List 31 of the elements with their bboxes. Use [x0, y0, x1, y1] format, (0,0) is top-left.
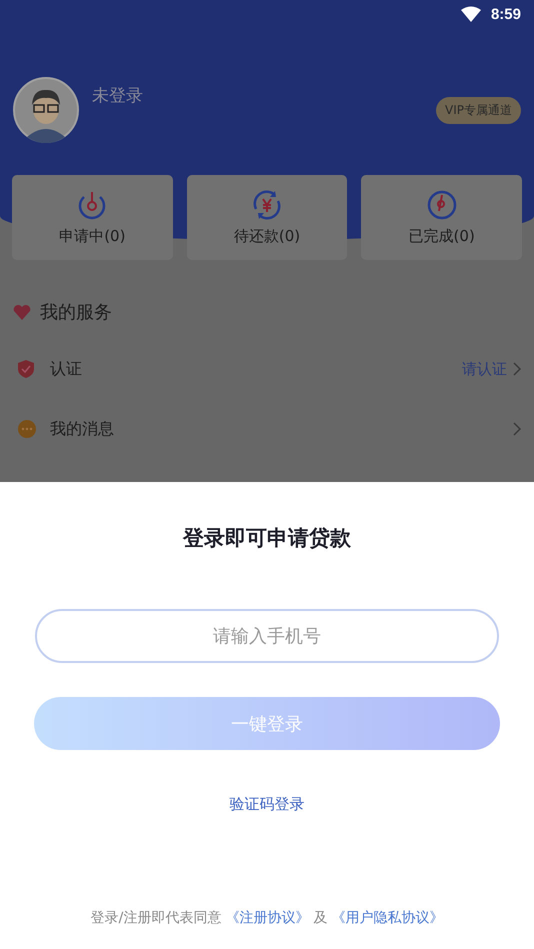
sms-login-link[interactable]: 验证码登录: [230, 795, 304, 814]
order-status-card[interactable]: 已完成(0): [361, 175, 522, 260]
agreement-text: 及: [313, 909, 328, 927]
yuan-refresh-icon: [251, 189, 283, 221]
clock-icon: [426, 189, 458, 221]
service-row[interactable]: 认证 请认证: [13, 354, 521, 384]
service-label: 我的消息: [50, 418, 114, 440]
chat-bubble-icon: [18, 420, 36, 438]
phone-input-field[interactable]: 请输入手机号: [35, 609, 499, 663]
card-label: 已完成(0): [408, 227, 475, 246]
login-status-text: 未登录: [92, 85, 143, 107]
agreement-link[interactable]: 《注册协议》: [225, 909, 310, 927]
agreement-link[interactable]: 《用户隐私协议》: [331, 909, 444, 927]
shield-icon: [18, 360, 36, 378]
card-label: 待还款(0): [234, 227, 300, 246]
avatar-icon: [13, 77, 79, 143]
service-row[interactable]: 我的消息: [13, 414, 521, 444]
order-status-card[interactable]: 待还款(0): [186, 175, 348, 260]
vip-channel-button[interactable]: VIP专属通道: [436, 97, 521, 124]
chevron-right-icon: [513, 362, 521, 376]
heart-icon: [13, 304, 31, 320]
status-time: 8:59: [490, 6, 521, 22]
order-status-card[interactable]: 申请中(0): [12, 175, 173, 260]
card-label: 申请中(0): [59, 227, 126, 246]
wifi-icon: [460, 6, 481, 22]
sheet-title: 登录即可申请贷款: [183, 525, 351, 552]
service-label: 认证: [50, 358, 82, 380]
verify-link[interactable]: 请认证: [462, 360, 507, 378]
section-title: 我的服务: [40, 301, 112, 324]
chevron-right-icon: [513, 422, 521, 436]
agreement-text: 登录/注册即代表同意: [90, 909, 222, 927]
